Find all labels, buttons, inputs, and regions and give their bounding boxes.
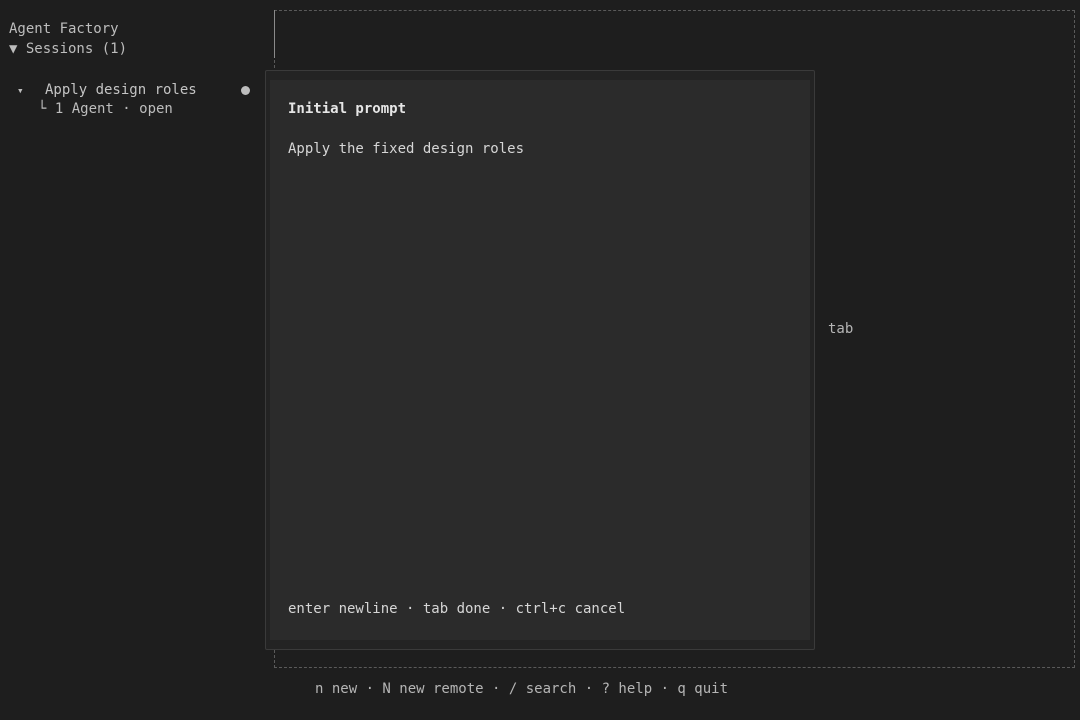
- session-item[interactable]: ▾ Apply design roles: [17, 81, 257, 101]
- footer-key-hints: n new · N new remote · / search · ? help…: [315, 681, 729, 697]
- session-title[interactable]: Apply design roles: [45, 81, 197, 99]
- prompt-input-text[interactable]: Apply the fixed design roles: [288, 141, 524, 157]
- app-title: Agent Factory: [9, 21, 119, 37]
- prompt-editor[interactable]: [270, 80, 810, 640]
- modal-title: Initial prompt: [288, 101, 407, 117]
- modal-key-hints: enter newline · tab done · ctrl+c cancel: [288, 601, 626, 617]
- session-agent-summary[interactable]: └ 1 Agent · open: [38, 101, 173, 117]
- sessions-header[interactable]: ▼ Sessions (1): [9, 41, 127, 57]
- status-dot-icon: [241, 86, 250, 95]
- tab-hint-label: tab: [828, 321, 854, 337]
- frame-edge: [274, 10, 275, 58]
- chevron-down-icon[interactable]: ▾: [17, 81, 24, 101]
